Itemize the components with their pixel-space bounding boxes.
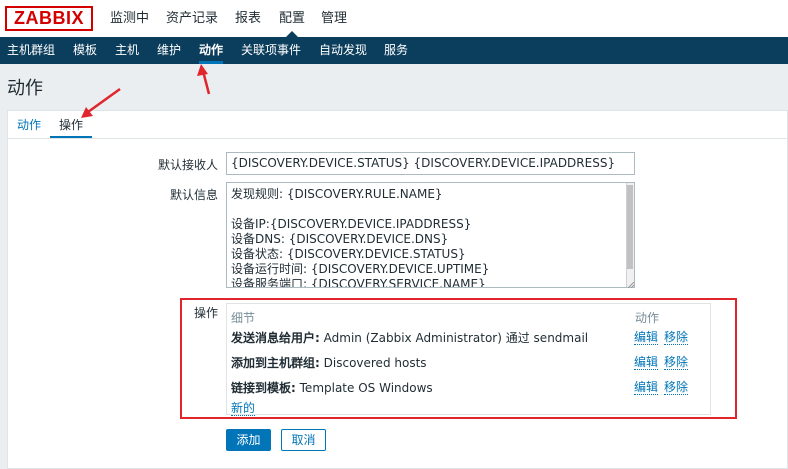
annotation-arrow-icon xyxy=(197,64,211,95)
tab-action[interactable]: 动作 xyxy=(17,116,41,133)
menu-inventory[interactable]: 资产记录 xyxy=(166,0,218,37)
subnav-discovery[interactable]: 自动发现 xyxy=(319,37,367,64)
tab-divider xyxy=(8,138,787,139)
menu-monitoring[interactable]: 监测中 xyxy=(110,0,149,37)
default-recipient-input[interactable]: {DISCOVERY.DEVICE.STATUS} {DISCOVERY.DEV… xyxy=(226,152,635,175)
menu-administration[interactable]: 管理 xyxy=(321,0,347,37)
message-scrollbar-thumb[interactable] xyxy=(627,185,633,269)
menu-configuration[interactable]: 配置 xyxy=(279,0,305,37)
top-bar: ZABBIX 监测中 资产记录 报表 配置 管理 xyxy=(0,0,788,37)
sub-navigation: 主机群组 模板 主机 维护 动作 关联项事件 自动发现 服务 xyxy=(0,37,788,64)
message-line: 设备服务端口: {DISCOVERY.SERVICE.NAME} xyxy=(231,277,486,288)
page-title: 动作 xyxy=(7,78,43,99)
subnav-actions[interactable]: 动作 xyxy=(199,37,224,64)
annotation-highlight-box xyxy=(180,298,737,419)
subnav-templates[interactable]: 模板 xyxy=(73,37,97,64)
subnav-services[interactable]: 服务 xyxy=(384,37,408,64)
recipient-label: 默认接收人 xyxy=(157,158,218,172)
subnav-maintenance[interactable]: 维护 xyxy=(157,37,181,64)
tab-operations[interactable]: 操作 xyxy=(59,116,83,133)
add-button[interactable]: 添加 xyxy=(226,429,271,451)
subnav-hosts[interactable]: 主机 xyxy=(115,37,139,64)
subnav-event-correlation[interactable]: 关联项事件 xyxy=(241,37,301,64)
default-message-textarea[interactable]: 发现规则: {DISCOVERY.RULE.NAME} 设备IP:{DISCOV… xyxy=(226,182,635,288)
resize-handle-icon[interactable] xyxy=(628,282,634,288)
message-label: 默认信息 xyxy=(169,188,218,202)
subnav-hostgroups[interactable]: 主机群组 xyxy=(7,37,55,64)
zabbix-logo[interactable]: ZABBIX xyxy=(5,6,93,31)
message-line xyxy=(231,202,622,217)
message-line: 设备状态: {DISCOVERY.DEVICE.STATUS} xyxy=(231,247,466,261)
message-line: 发现规则: {DISCOVERY.RULE.NAME} xyxy=(231,187,443,201)
message-line: 设备IP:{DISCOVERY.DEVICE.IPADDRESS} xyxy=(231,217,472,231)
message-line: 设备运行时间: {DISCOVERY.DEVICE.UPTIME} xyxy=(231,262,490,276)
message-line: 设备DNS: {DISCOVERY.DEVICE.DNS} xyxy=(231,232,449,246)
menu-reports[interactable]: 报表 xyxy=(235,0,261,37)
cancel-button[interactable]: 取消 xyxy=(281,429,326,451)
